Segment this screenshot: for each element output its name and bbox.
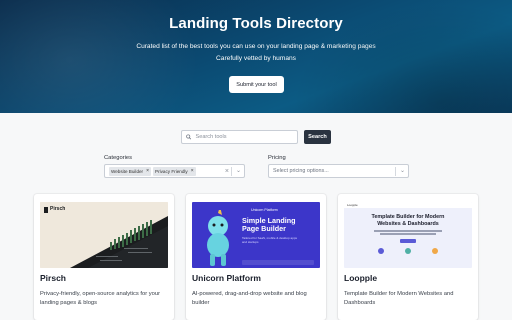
tool-card-unicorn-platform[interactable]: Unicorn Platform Simple Landing Page Bui…	[186, 194, 326, 320]
card-thumbnail: Unicorn Platform Simple Landing Page Bui…	[192, 202, 320, 268]
tool-card-pirsch[interactable]: Pirsch Pirsch Privacy-friendly, open-sou…	[34, 194, 174, 320]
hero-tagline: Carefully vetted by humans	[216, 55, 296, 62]
thumbnail-feature	[378, 248, 384, 254]
thumbnail-cta	[400, 239, 416, 243]
tool-card-loopple[interactable]: Loopple Template Builder for Modern Webs…	[338, 194, 478, 320]
thumbnail-feature	[405, 248, 411, 254]
hero-subtitle: Curated list of the best tools you can u…	[136, 43, 376, 50]
pricing-select[interactable]: Select pricing options... ⌄	[268, 164, 409, 178]
unicorn-mascot	[207, 210, 229, 266]
chevron-down-icon[interactable]: ⌄	[400, 167, 405, 176]
pirsch-logo-text: Pirsch	[50, 206, 66, 212]
pricing-placeholder: Select pricing options...	[273, 168, 329, 174]
card-title: Loopple	[344, 273, 378, 283]
thumbnail-text-line	[380, 233, 436, 235]
category-chip: Website Builder ×	[109, 166, 152, 176]
search-input[interactable]	[195, 134, 297, 140]
card-thumbnail: Pirsch	[40, 202, 168, 268]
close-icon[interactable]: ×	[146, 168, 149, 174]
clear-icon[interactable]: ×	[225, 167, 229, 176]
card-description: Template Builder for Modern Websites and…	[344, 291, 454, 306]
categories-label: Categories	[104, 155, 133, 161]
chevron-down-icon[interactable]: ⌄	[236, 167, 241, 176]
categories-select[interactable]: Website Builder × Privacy Friendly × × ⌄	[104, 164, 245, 178]
submit-tool-button[interactable]: Submit your tool	[229, 76, 284, 93]
card-title: Pirsch	[40, 273, 66, 283]
close-icon[interactable]: ×	[191, 168, 194, 174]
loopple-brand: Loopple	[347, 203, 358, 207]
search-field[interactable]	[181, 130, 298, 144]
divider	[395, 167, 396, 176]
divider	[231, 167, 232, 176]
hero-banner: Landing Tools Directory Curated list of …	[0, 0, 512, 113]
unicorn-heading: Simple Landing Page Builder	[242, 216, 296, 233]
search-button[interactable]: Search	[304, 130, 331, 144]
pricing-label: Pricing	[268, 155, 286, 161]
card-title: Unicorn Platform	[192, 273, 261, 283]
unicorn-sub: Tailored for SaaS, mobile & desktop apps…	[242, 236, 298, 244]
page-title: Landing Tools Directory	[169, 15, 343, 32]
card-description: Privacy-friendly, open-source analytics …	[40, 291, 161, 306]
thumbnail-footer	[242, 260, 314, 265]
card-thumbnail: Loopple Template Builder for Modern Webs…	[344, 202, 472, 268]
thumbnail-nav	[344, 202, 472, 208]
loopple-heading: Template Builder for Modern Websites & D…	[371, 214, 445, 227]
card-description: AI-powered, drag-and-drop website and bl…	[192, 291, 307, 306]
category-chip: Privacy Friendly ×	[153, 166, 196, 176]
thumbnail-feature	[432, 248, 438, 254]
thumbnail-text-line	[374, 230, 442, 232]
search-icon	[186, 134, 192, 140]
unicorn-brand: Unicorn Platform	[251, 208, 278, 212]
